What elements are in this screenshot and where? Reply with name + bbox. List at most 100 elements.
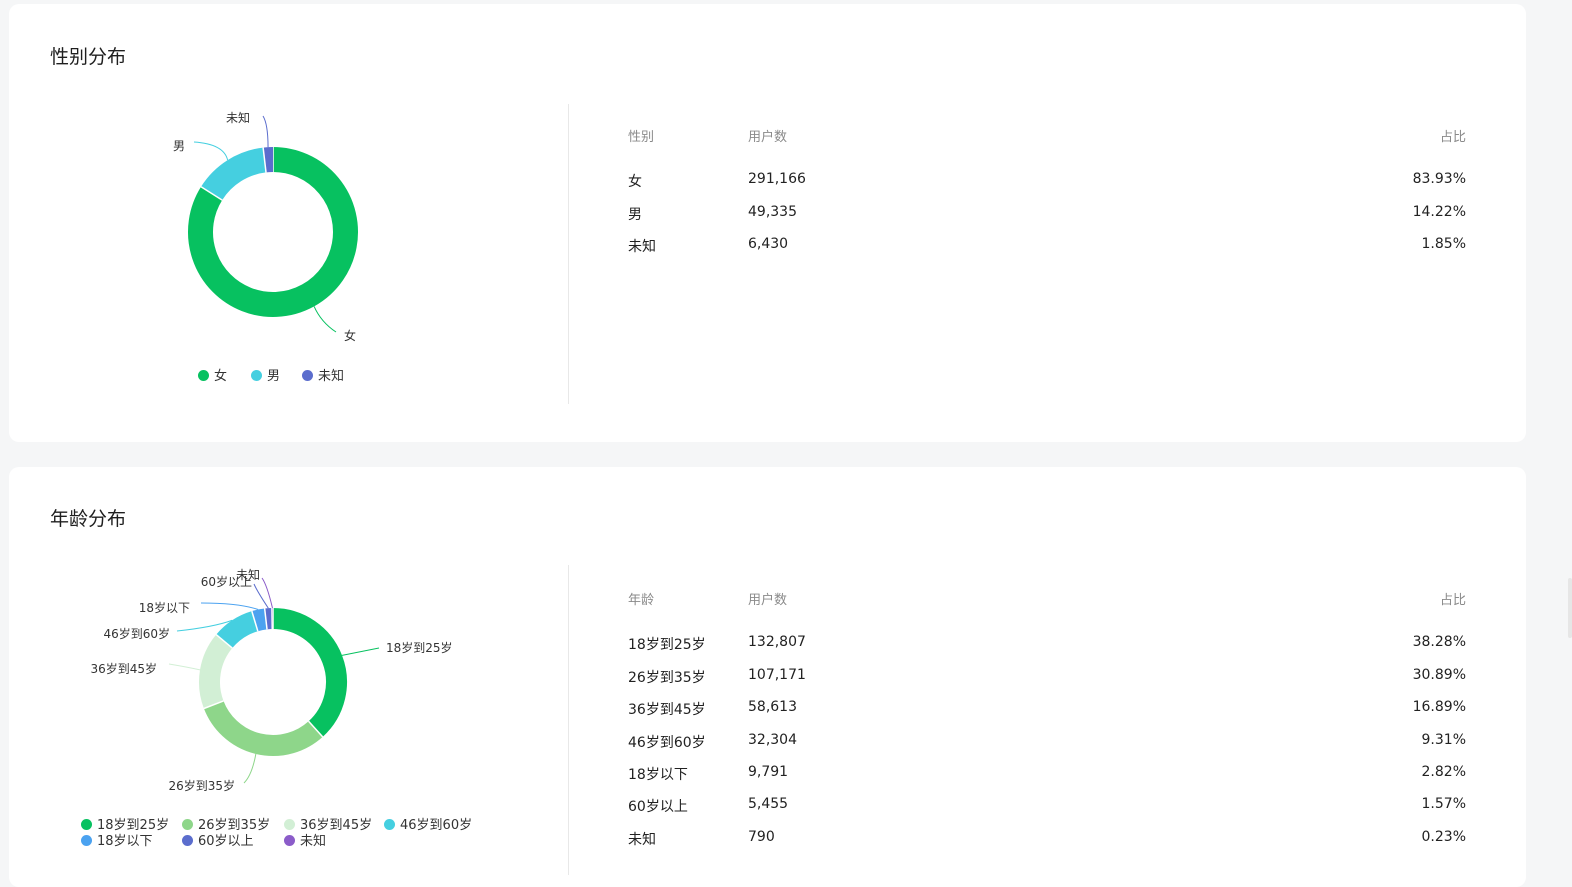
leader-line — [342, 648, 379, 655]
row-ratio: 30.89% — [1413, 667, 1466, 683]
slice-label: 18岁以下 — [139, 600, 190, 615]
legend-dot — [251, 370, 262, 381]
row-ratio: 0.23% — [1422, 829, 1466, 845]
slice-label: 男 — [173, 139, 185, 153]
table-row: 18岁到25岁 132,807 38.28% — [628, 634, 1466, 654]
legend-item[interactable]: 46岁到60岁 — [384, 814, 472, 833]
table-header: 年龄 用户数 占比 — [628, 589, 1466, 609]
row-ratio: 16.89% — [1413, 699, 1466, 715]
row-count: 790 — [748, 829, 775, 845]
slice-label: 36岁到45岁 — [90, 661, 157, 676]
gender-donut-chart: 女男未知 — [9, 4, 569, 442]
row-label: 46岁到60岁 — [628, 732, 706, 752]
slice-label: 18岁到25岁 — [386, 640, 453, 655]
legend-label: 未知 — [300, 834, 326, 849]
scrollbar-handle[interactable] — [1568, 578, 1572, 638]
age-card: 年龄分布 18岁到25岁26岁到35岁36岁到45岁46岁到60岁18岁以下60… — [9, 467, 1526, 887]
slice-label: 未知 — [226, 111, 250, 125]
leader-line — [244, 754, 256, 783]
donut-slice[interactable] — [273, 619, 337, 730]
legend-item[interactable]: 女 — [198, 365, 227, 384]
legend-dot — [284, 835, 295, 846]
row-ratio: 38.28% — [1413, 634, 1466, 650]
row-label: 26岁到35岁 — [628, 667, 706, 687]
slice-label: 26岁到35岁 — [168, 778, 235, 793]
header-users: 用户数 — [748, 589, 787, 608]
row-count: 58,613 — [748, 699, 797, 715]
donut-slice[interactable] — [212, 160, 265, 193]
row-ratio: 1.85% — [1422, 236, 1466, 252]
leader-line — [314, 306, 336, 332]
donut-slice[interactable] — [224, 621, 255, 641]
age-divider — [568, 565, 569, 875]
legend-label: 18岁以下 — [97, 834, 153, 849]
legend-label: 男 — [267, 369, 280, 384]
leader-line — [263, 116, 268, 147]
donut-slice[interactable] — [255, 619, 266, 621]
row-count: 107,171 — [748, 667, 806, 683]
row-ratio: 83.93% — [1413, 171, 1466, 187]
legend-dot — [198, 370, 209, 381]
legend-dot — [284, 819, 295, 830]
slice-label: 女 — [344, 328, 356, 343]
table-row: 36岁到45岁 58,613 16.89% — [628, 699, 1466, 719]
leader-line — [262, 578, 272, 608]
legend-item[interactable]: 男 — [251, 365, 280, 384]
legend-item[interactable]: 60岁以上 — [182, 830, 254, 849]
legend-label: 未知 — [318, 369, 344, 384]
legend-dot — [302, 370, 313, 381]
table-row: 未知 790 0.23% — [628, 829, 1466, 849]
legend-label: 46岁到60岁 — [400, 818, 472, 833]
slice-label: 46岁到60岁 — [103, 626, 170, 641]
row-ratio: 2.82% — [1422, 764, 1466, 780]
legend-item[interactable]: 未知 — [284, 830, 326, 849]
row-count: 9,791 — [748, 764, 788, 780]
table-row: 60岁以上 5,455 1.57% — [628, 796, 1466, 816]
row-count: 49,335 — [748, 204, 797, 220]
age-table: 年龄 用户数 占比 18岁到25岁 132,807 38.28% 26岁到35岁… — [628, 589, 1466, 849]
legend-dot — [81, 835, 92, 846]
row-label: 36岁到45岁 — [628, 699, 706, 719]
row-label: 18岁到25岁 — [628, 634, 706, 654]
leader-line — [201, 603, 258, 610]
gender-card: 性别分布 女男未知 女男未知 性别 用户数 占比 女 291,166 83.93… — [9, 4, 1526, 442]
gender-divider — [568, 104, 569, 404]
row-count: 132,807 — [748, 634, 806, 650]
table-row: 男 49,335 14.22% — [628, 204, 1466, 224]
row-label: 未知 — [628, 236, 656, 256]
table-row: 46岁到60岁 32,304 9.31% — [628, 732, 1466, 752]
leader-line — [169, 664, 200, 670]
legend-dot — [182, 819, 193, 830]
row-count: 32,304 — [748, 732, 797, 748]
header-ratio: 占比 — [1440, 589, 1466, 608]
table-row: 未知 6,430 1.85% — [628, 236, 1466, 256]
gender-table: 性别 用户数 占比 女 291,166 83.93% 男 49,335 14.2… — [628, 126, 1466, 256]
row-count: 291,166 — [748, 171, 806, 187]
row-count: 6,430 — [748, 236, 788, 252]
legend-item[interactable]: 18岁以下 — [81, 830, 153, 849]
legend-label: 女 — [214, 369, 227, 384]
row-label: 未知 — [628, 829, 656, 849]
legend-label: 60岁以上 — [198, 834, 254, 849]
row-ratio: 9.31% — [1422, 732, 1466, 748]
row-ratio: 14.22% — [1413, 204, 1466, 220]
table-row: 女 291,166 83.93% — [628, 171, 1466, 191]
table-header: 性别 用户数 占比 — [628, 126, 1466, 146]
donut-slice[interactable] — [214, 705, 316, 746]
header-age: 年龄 — [628, 589, 654, 608]
slice-label: 未知 — [236, 568, 260, 582]
row-label: 男 — [628, 204, 642, 224]
legend-item[interactable]: 未知 — [302, 365, 344, 384]
legend-dot — [182, 835, 193, 846]
legend-dot — [384, 819, 395, 830]
row-label: 18岁以下 — [628, 764, 688, 784]
donut-slice[interactable] — [210, 641, 225, 704]
table-row: 18岁以下 9,791 2.82% — [628, 764, 1466, 784]
row-label: 女 — [628, 171, 642, 191]
header-gender: 性别 — [628, 126, 654, 145]
row-count: 5,455 — [748, 796, 788, 812]
row-label: 60岁以上 — [628, 796, 688, 816]
table-row: 26岁到35岁 107,171 30.89% — [628, 667, 1466, 687]
leader-line — [194, 142, 228, 160]
legend-dot — [81, 819, 92, 830]
